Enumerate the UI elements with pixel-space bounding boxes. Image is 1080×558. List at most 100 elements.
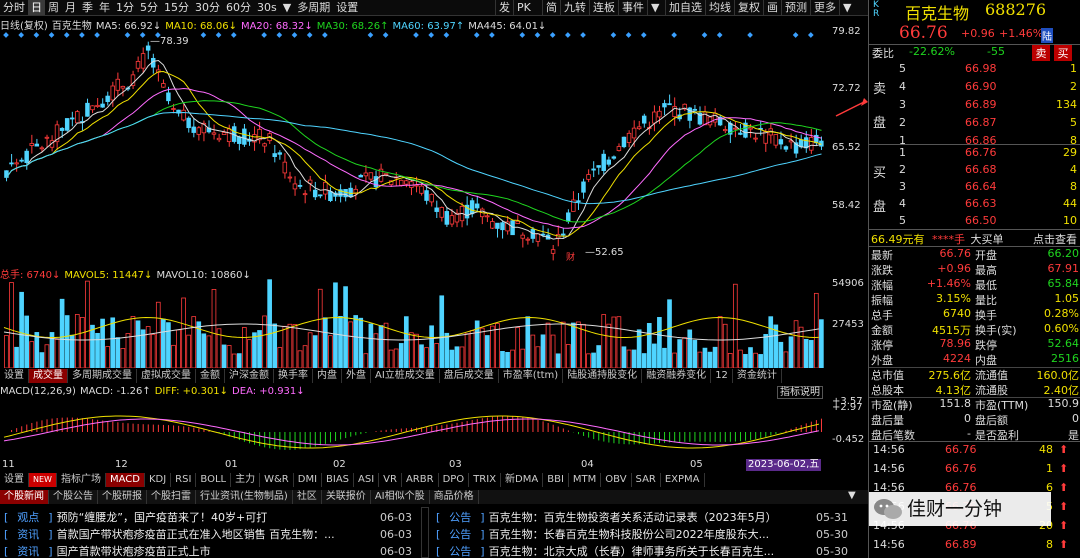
bottom-tab-7[interactable]: 主力	[231, 473, 261, 487]
bottom-tab-17[interactable]: BBI	[543, 473, 569, 487]
tool-button-13[interactable]: ▼	[839, 0, 854, 16]
bottom-tab-20[interactable]: SAR	[632, 473, 661, 487]
big-order-row[interactable]: 66.49元有 ****手 大买单 点击查看	[871, 231, 1079, 247]
bottom-tab-1[interactable]: NEW	[29, 473, 57, 487]
sell-button[interactable]: 卖	[1032, 45, 1050, 61]
tool-button-5[interactable]: 事件	[618, 0, 647, 16]
ind-tab-4[interactable]: 金额	[196, 369, 225, 383]
indicator-help-button[interactable]: 指标说明	[777, 386, 823, 399]
bid-level-2[interactable]: 2 66.68 4	[869, 163, 1080, 180]
tool-button-1[interactable]: PK	[513, 0, 534, 16]
tool-button-12[interactable]: 更多	[810, 0, 839, 16]
tool-button-3[interactable]: 九转	[560, 0, 589, 16]
ind-tab-3[interactable]: 虚拟成交量	[137, 369, 196, 383]
bottom-tab-18[interactable]: MTM	[569, 473, 602, 487]
tool-button-6[interactable]: ▼	[647, 0, 662, 16]
news-item[interactable]: [观点] 预防“缠腰龙”，国产疫苗来了！40岁+可打 06-03	[4, 509, 412, 526]
ind-tab-10[interactable]: 盘后成交量	[440, 369, 499, 383]
bottom-tab-0[interactable]: 设置	[0, 473, 29, 487]
bottom-tab-13[interactable]: ARBR	[402, 473, 439, 487]
period-11[interactable]: 30s	[254, 0, 280, 15]
volume-chart[interactable]	[0, 278, 828, 368]
bottom-tab-11[interactable]: ASI	[354, 473, 380, 487]
news-tab-3[interactable]: 个股扫雷	[147, 490, 196, 504]
period-2[interactable]: 周	[45, 0, 62, 15]
bottom-tab-10[interactable]: BIAS	[322, 473, 355, 487]
ind-tab-2[interactable]: 多周期成交量	[68, 369, 137, 383]
bottom-indicator-tabs[interactable]: 设置 NEW 指标广场 MACD KDJ RSI BOLL 主力 W&R DMI BIAS ASI VR…	[0, 473, 868, 487]
period-13[interactable]: 多周期	[294, 0, 333, 15]
ind-tab-12[interactable]: 陆股通持股变化	[563, 369, 643, 383]
tool-button-7[interactable]: 加自选	[665, 0, 705, 16]
period-7[interactable]: 5分	[137, 0, 161, 15]
buy-button[interactable]: 买	[1054, 45, 1072, 61]
news-item[interactable]: [资讯] 首款国产带状疱疹疫苗正式在准入地区销售 百克生物：... 06-03	[4, 526, 412, 543]
ind-tab-1[interactable]: 成交量	[29, 369, 68, 383]
news-tab-7[interactable]: AI相似个股	[371, 490, 430, 504]
ind-tab-9[interactable]: AI立桩成交量	[371, 369, 440, 383]
bottom-tab-12[interactable]: VR	[379, 473, 402, 487]
big-order-action[interactable]: 点击查看	[1033, 231, 1077, 247]
news-item[interactable]: [公告] 百克生物：北京大成（长春）律师事务所关于长春百克生... 05-30	[436, 543, 848, 558]
tool-button-9[interactable]: 复权	[734, 0, 763, 16]
ind-tab-7[interactable]: 内盘	[313, 369, 342, 383]
ind-tab-13[interactable]: 融资融券变化	[642, 369, 712, 383]
tool-button-10[interactable]: 画	[763, 0, 781, 16]
news-item[interactable]: [资讯] 国产首款带状疱疹疫苗正式上市 06-03	[4, 543, 412, 558]
macd-chart[interactable]	[0, 400, 828, 458]
news-item[interactable]: [公告] 百克生物：百克生物投资者关系活动记录表（2023年5月） 05-31	[436, 509, 848, 526]
bottom-tab-8[interactable]: W&R	[260, 473, 294, 487]
news-tab-5[interactable]: 社区	[293, 490, 322, 504]
news-item[interactable]: [公告] 百克生物：长春百克生物科技股份公司2022年度股东大... 05-30	[436, 526, 848, 543]
news-tab-6[interactable]: 关联报价	[322, 490, 371, 504]
bottom-tab-21[interactable]: EXPMA	[661, 473, 705, 487]
period-8[interactable]: 15分	[161, 0, 192, 15]
ind-tab-11[interactable]: 市盈率(ttm)	[499, 369, 564, 383]
indicator-tabs[interactable]: 设置 成交量 多周期成交量 虚拟成交量 金额 沪深金额 换手率 内盘 外盘 AI立桩成交量 盘后成交…	[0, 369, 868, 383]
bid-level-4[interactable]: 4 66.63 44	[869, 197, 1080, 214]
bottom-tab-2[interactable]: 指标广场	[57, 473, 106, 487]
ind-tab-5[interactable]: 沪深金额	[225, 369, 274, 383]
period-9[interactable]: 30分	[192, 0, 223, 15]
bid-level-1[interactable]: 1 66.76 29	[869, 146, 1080, 163]
ind-tab-14[interactable]: 12	[711, 369, 733, 383]
ind-tab-15[interactable]: 资金统计	[733, 369, 782, 383]
ask-level-5[interactable]: 5 66.98 1	[869, 62, 1080, 79]
bottom-tab-9[interactable]: DMI	[294, 473, 323, 487]
news-tab-8[interactable]: 商品价格	[430, 490, 479, 504]
period-12[interactable]: ▼	[280, 0, 294, 15]
bottom-tab-15[interactable]: TRIX	[469, 473, 502, 487]
bid-level-3[interactable]: 3 66.64 8	[869, 180, 1080, 197]
kline-chart[interactable]: —78.39 —52.65 财	[0, 30, 828, 263]
tool-button-2[interactable]: 简	[542, 0, 560, 16]
bottom-tab-6[interactable]: BOLL	[196, 473, 232, 487]
ask-level-4[interactable]: 4 66.90 2	[869, 80, 1080, 97]
bottom-tab-16[interactable]: 新DMA	[501, 473, 544, 487]
period-1[interactable]: 日	[28, 0, 45, 15]
collapse-icon[interactable]: ▼	[848, 490, 856, 501]
news-tab-4[interactable]: 行业资讯(生物制品)	[196, 490, 293, 504]
news-scroll-track[interactable]	[421, 507, 429, 558]
period-10[interactable]: 60分	[223, 0, 254, 15]
tool-button-11[interactable]: 预测	[781, 0, 810, 16]
period-0[interactable]: 分时	[0, 0, 28, 15]
bottom-tab-3[interactable]: MACD	[105, 473, 145, 487]
period-4[interactable]: 季	[79, 0, 96, 15]
period-14[interactable]: 设置	[333, 0, 361, 15]
period-3[interactable]: 月	[62, 0, 79, 15]
ind-tab-0[interactable]: 设置	[0, 369, 29, 383]
period-6[interactable]: 1分	[113, 0, 137, 15]
bottom-tab-14[interactable]: DPO	[439, 473, 470, 487]
ind-tab-8[interactable]: 外盘	[342, 369, 371, 383]
bottom-tab-4[interactable]: KDJ	[145, 473, 172, 487]
tool-button-4[interactable]: 连板	[589, 0, 618, 16]
bottom-tab-19[interactable]: OBV	[601, 473, 632, 487]
news-tabs[interactable]: 个股新闻 个股公告 个股研报 个股扫雷 行业资讯(生物制品) 社区 关联报价 AI相似个股 商品…	[0, 490, 868, 504]
ind-tab-6[interactable]: 换手率	[274, 369, 313, 383]
news-tab-0[interactable]: 个股新闻	[0, 490, 49, 504]
news-tab-2[interactable]: 个股研报	[98, 490, 147, 504]
tool-button-8[interactable]: 均线	[705, 0, 734, 16]
tool-button-0[interactable]: 发	[495, 0, 513, 16]
news-tab-1[interactable]: 个股公告	[49, 490, 98, 504]
bottom-tab-5[interactable]: RSI	[171, 473, 197, 487]
